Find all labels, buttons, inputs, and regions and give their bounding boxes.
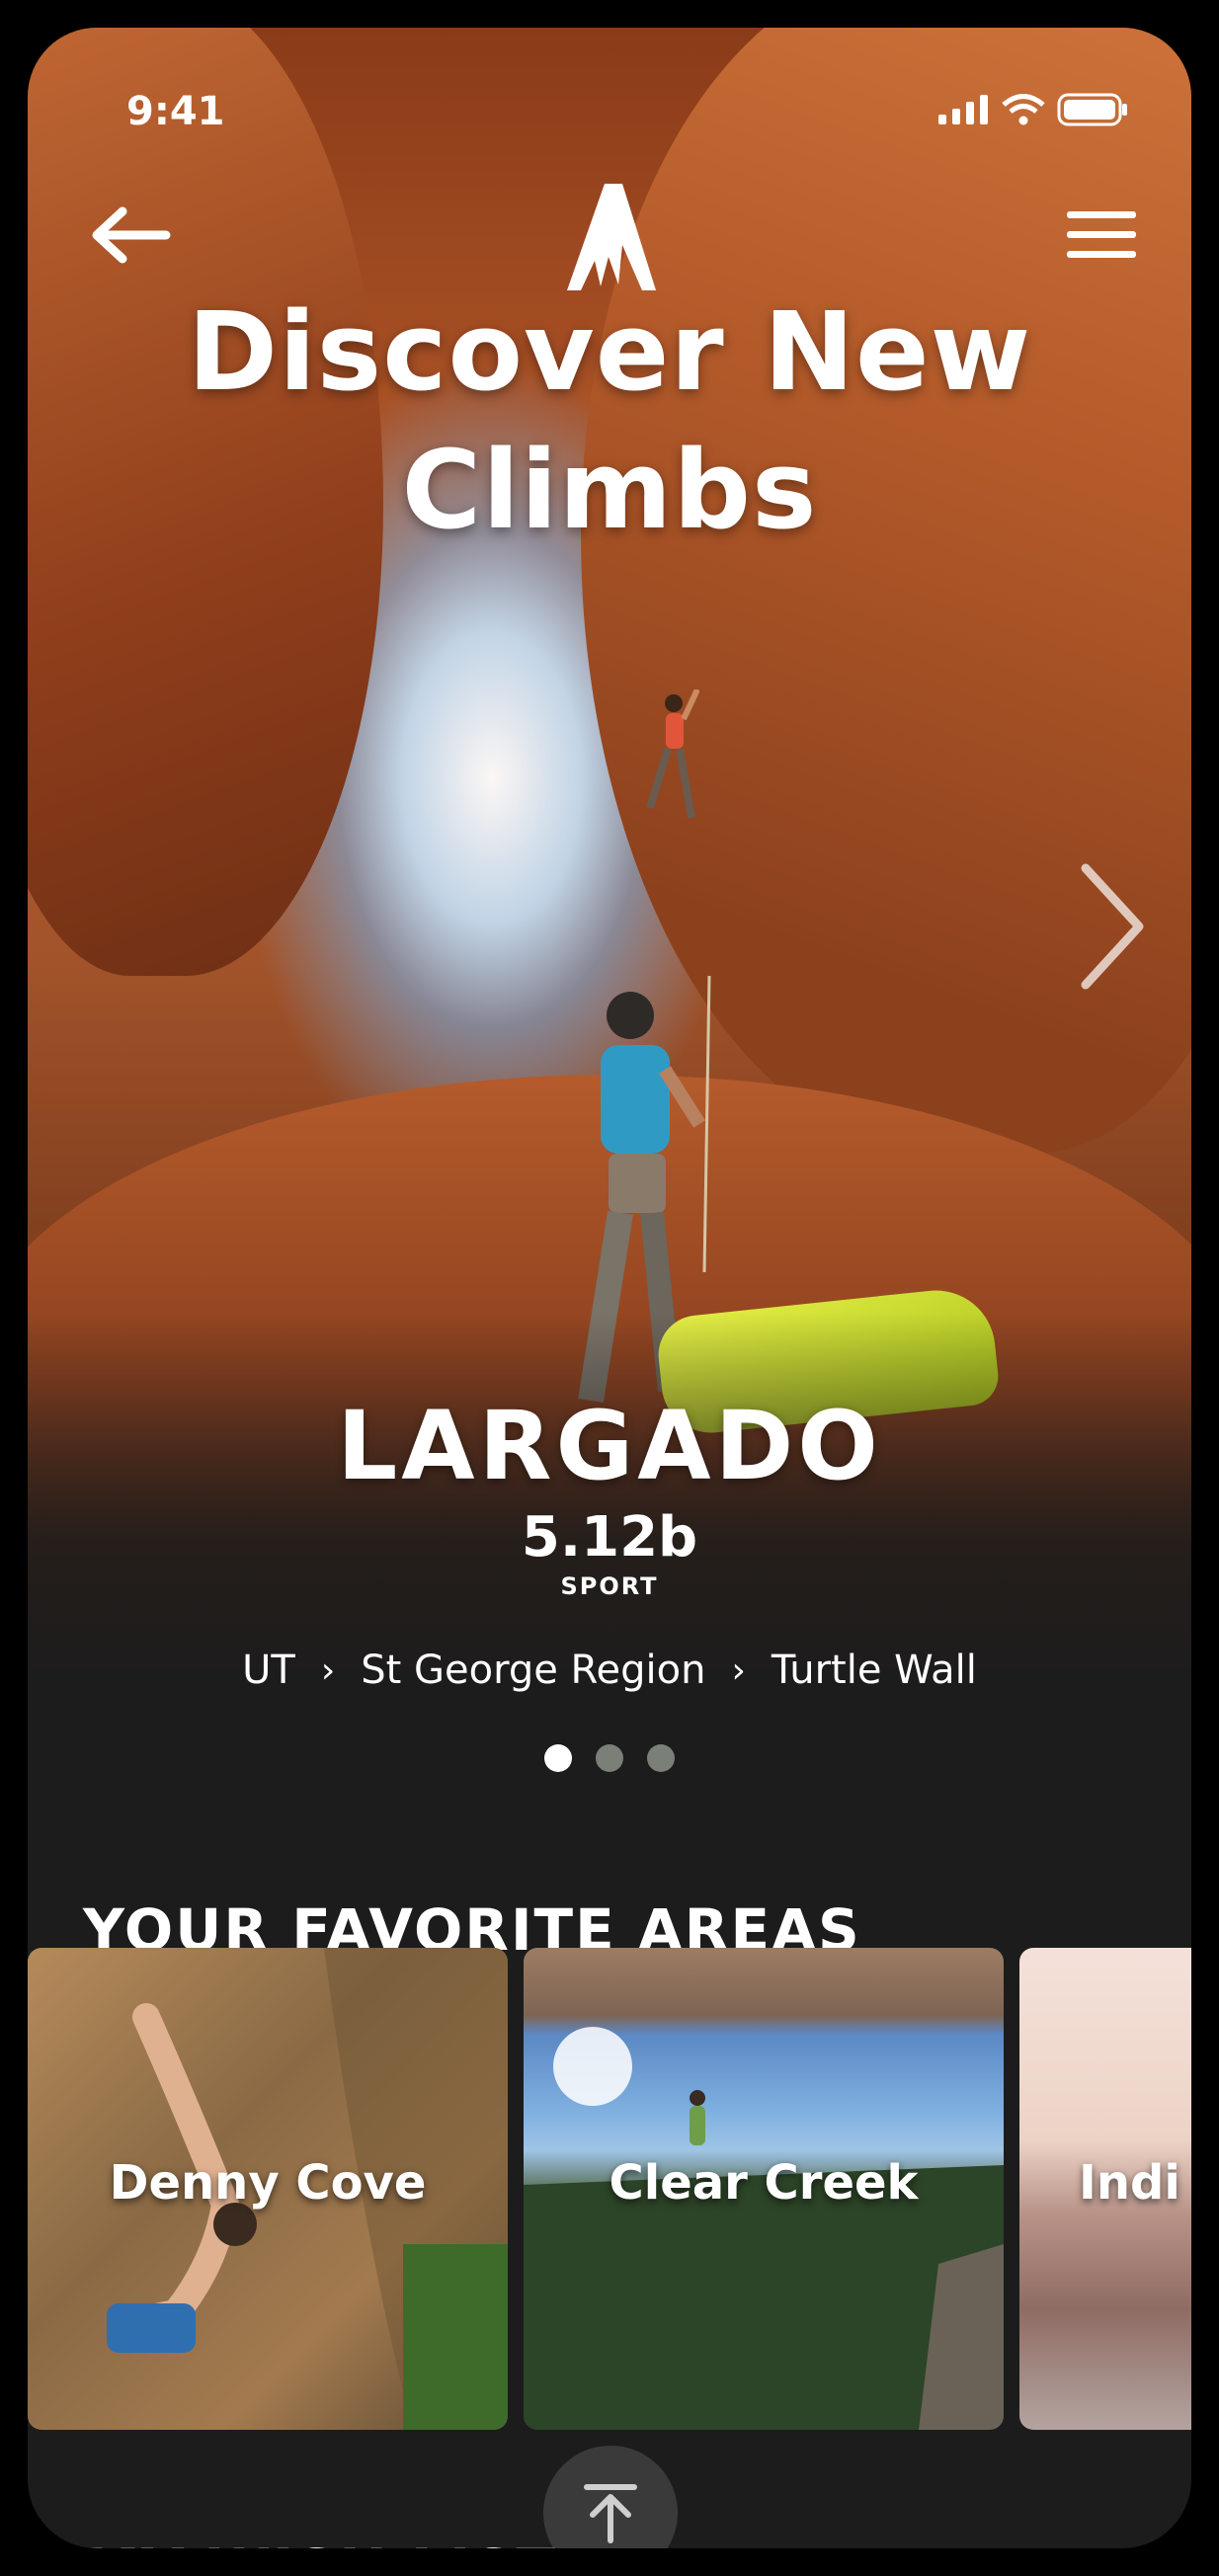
- route-name[interactable]: LARGADO: [28, 1391, 1191, 1501]
- hero-title-line-2: Climbs: [401, 427, 818, 553]
- breadcrumb-item-state[interactable]: UT: [242, 1648, 295, 1693]
- breadcrumb: UT › St George Region › Turtle Wall: [28, 1648, 1191, 1693]
- area-card-indi[interactable]: Indi: [1019, 1948, 1191, 2430]
- area-card-label: Denny Cove: [109, 2155, 427, 2211]
- area-card-label: Indi: [1079, 2155, 1180, 2211]
- route-type: SPORT: [560, 1572, 659, 1600]
- signal-icon: [938, 95, 988, 124]
- climber-figure: [646, 689, 699, 819]
- area-card-clear-creek[interactable]: Clear Creek: [524, 1948, 1004, 2430]
- carousel-dot[interactable]: [596, 1744, 623, 1772]
- hero-title: Discover New Climbs: [28, 282, 1191, 559]
- battery-icon: [1057, 93, 1127, 126]
- app-screen: 9:41 Discover New Climbs LARGADO 5.12b S…: [28, 28, 1191, 2548]
- hero-title-line-1: Discover New: [187, 288, 1032, 415]
- wish-list-title: MY WISH LIST: [83, 2536, 557, 2548]
- carousel-dot[interactable]: [647, 1744, 675, 1772]
- breadcrumb-item-wall[interactable]: Turtle Wall: [772, 1648, 977, 1693]
- favorite-areas-carousel[interactable]: Denny Cove Clear Creek Indi: [28, 1948, 1191, 2442]
- scroll-to-top-button[interactable]: [543, 2446, 678, 2548]
- chevron-right-icon: [1081, 863, 1144, 990]
- area-card-denny-cove[interactable]: Denny Cove: [28, 1948, 508, 2430]
- wifi-icon: [1002, 94, 1045, 125]
- arrow-up-to-top-icon: [584, 2484, 637, 2543]
- menu-button[interactable]: [1057, 196, 1146, 275]
- app-logo: [567, 184, 656, 290]
- status-time: 9:41: [126, 89, 225, 134]
- breadcrumb-item-region[interactable]: St George Region: [361, 1648, 705, 1693]
- status-icons: [938, 93, 1128, 126]
- hamburger-menu-icon: [1067, 211, 1136, 258]
- route-grade: 5.12b: [521, 1505, 698, 1570]
- arrow-left-icon: [92, 206, 171, 264]
- phone-frame: 9:41 Discover New Climbs LARGADO 5.12b S…: [0, 0, 1219, 2576]
- carousel-dot-active[interactable]: [544, 1744, 572, 1772]
- area-card-label: Clear Creek: [609, 2155, 919, 2211]
- carousel-indicator: [28, 1744, 1191, 1772]
- chevron-right-icon: ›: [731, 1650, 746, 1691]
- back-button[interactable]: [83, 188, 178, 282]
- chevron-right-icon: ›: [320, 1650, 336, 1691]
- carousel-next-button[interactable]: [1063, 847, 1162, 1006]
